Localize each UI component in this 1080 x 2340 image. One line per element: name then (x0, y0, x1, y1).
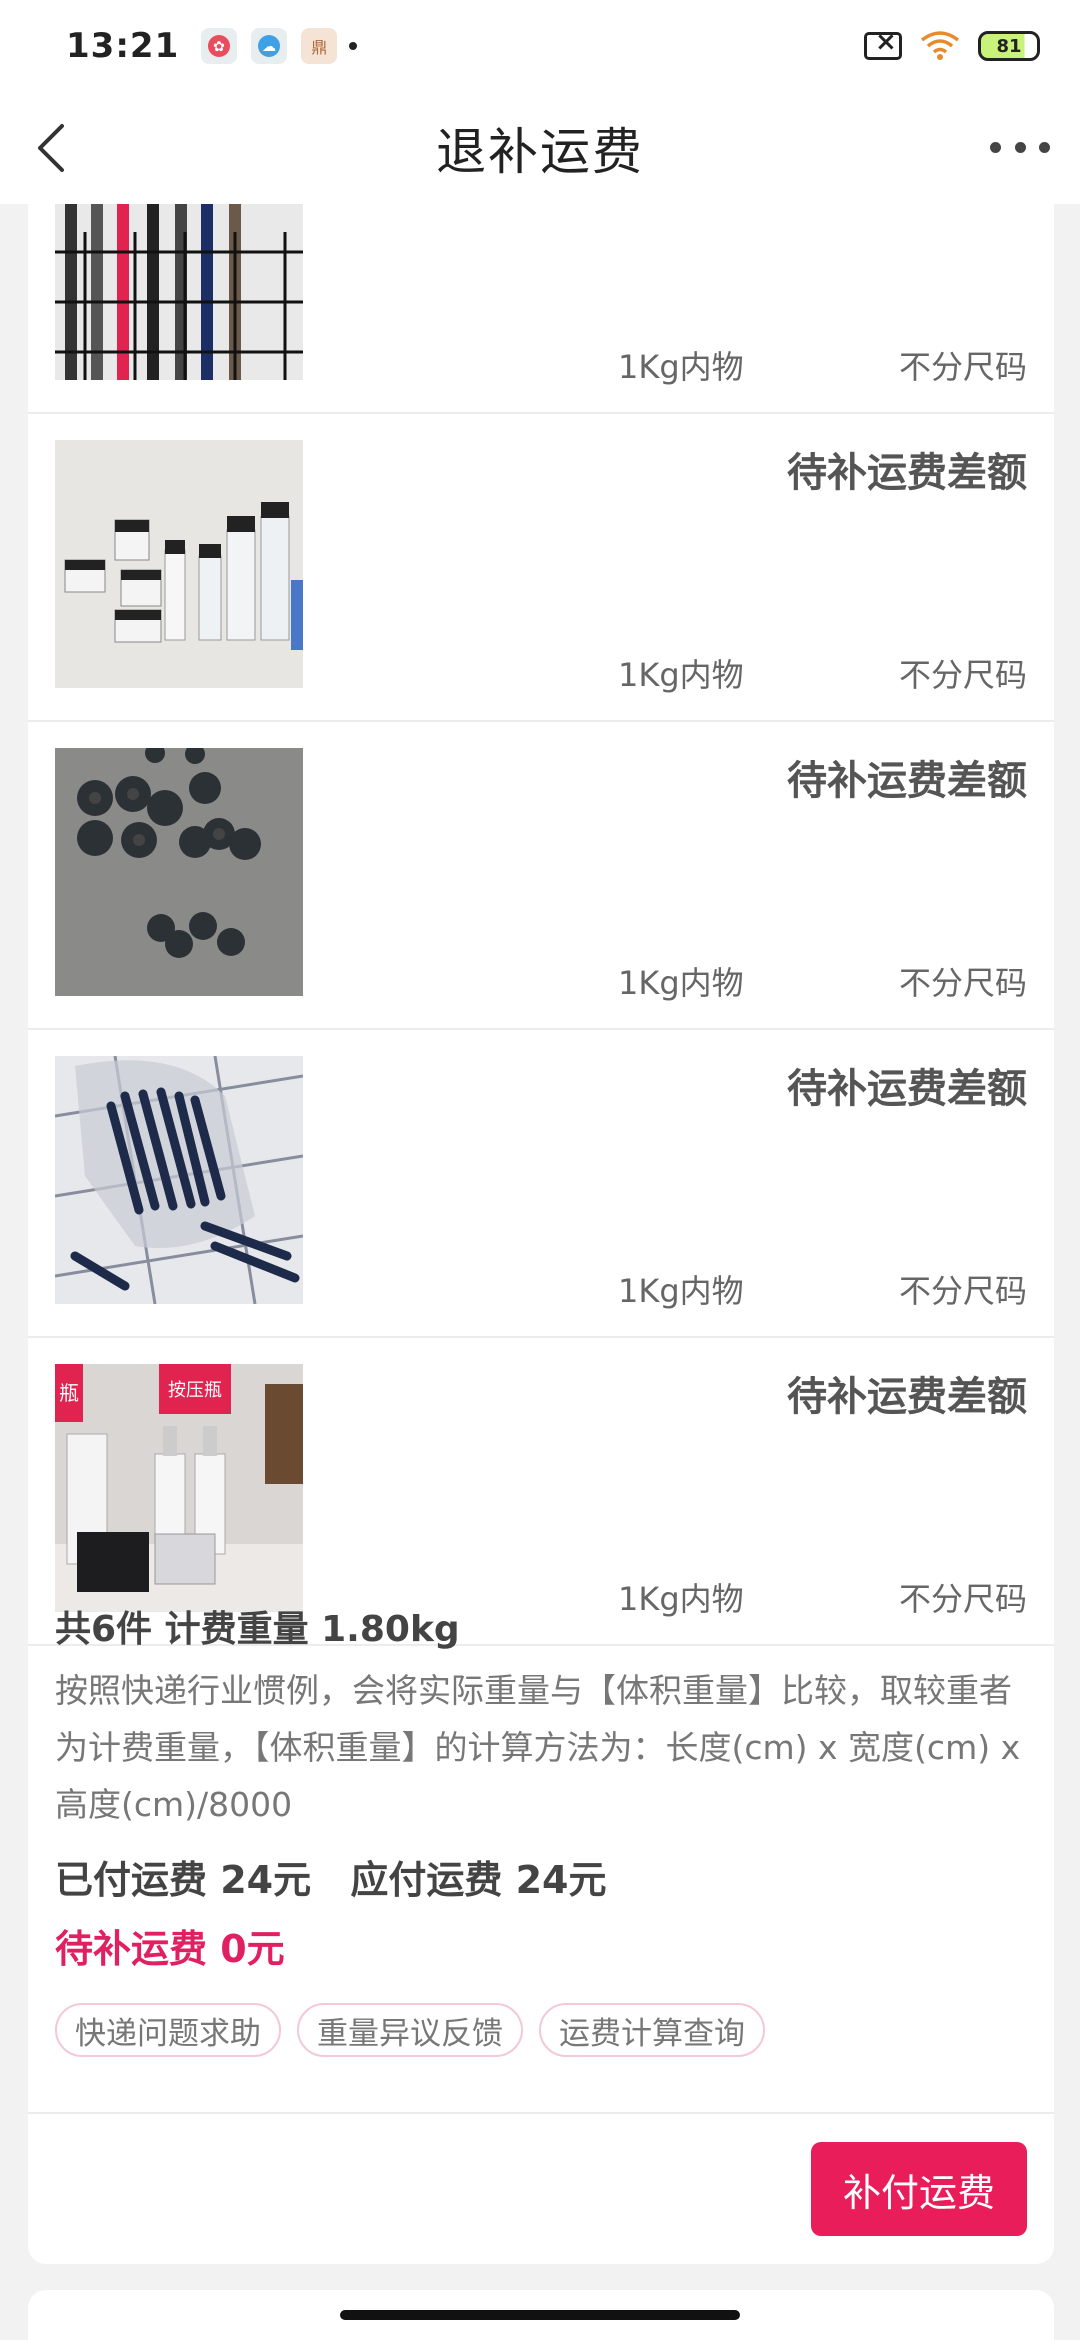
item-weight: 1Kg内物 (618, 348, 744, 386)
item-weight: 1Kg内物 (618, 964, 744, 1002)
item-size: 不分尺码 (898, 656, 1027, 694)
item-weight: 1Kg内物 (618, 1272, 744, 1310)
freight-paid: 已付运费 24元 (55, 1858, 312, 1902)
freight-paid-due: 已付运费 24元 应付运费 24元 (55, 1849, 1027, 1904)
item-status: 待补运费差额 (787, 1374, 1027, 1420)
status-app-icons: ✿ ☁ 鼎 (201, 28, 338, 64)
svg-text:☁: ☁ (262, 39, 276, 55)
divider (28, 2112, 1054, 2114)
page-title: 退补运费 (436, 123, 644, 181)
product-photo-zippers (55, 204, 303, 380)
home-indicator[interactable] (340, 2310, 740, 2320)
freight-due: 应付运费 24元 (350, 1858, 607, 1902)
shop-app-icon: 鼎 (301, 28, 338, 64)
item-size: 不分尺码 (898, 348, 1027, 386)
freight-owed: 待补运费 0元 (55, 1927, 285, 1971)
summary-description: 按照快递行业惯例，会将实际重量与【体积重量】比较，取较重者为计费重量，【体积重量… (55, 1671, 1021, 1824)
back-icon[interactable] (24, 118, 84, 178)
weight-dispute-tag[interactable]: 重量异议反馈 (297, 2003, 523, 2057)
list-item[interactable]: 待补运费差额 1Kg内物 不分尺码 (28, 1030, 1054, 1338)
cloud-app-icon: ☁ (251, 28, 288, 64)
list-item[interactable]: 待补运费差额 1Kg内物 不分尺码 (28, 722, 1054, 1030)
item-size: 不分尺码 (898, 1272, 1027, 1310)
item-status: 待补运费差额 (787, 450, 1027, 496)
list-item[interactable]: 待补运费差额 1Kg内物 不分尺码 (28, 414, 1054, 722)
nav-bar: 退补运费 (0, 92, 1080, 204)
help-tags: 快递问题求助 重量异议反馈 运费计算查询 (55, 2003, 1027, 2057)
wifi-icon (920, 30, 960, 62)
list-item[interactable]: 1Kg内物 不分尺码 (28, 204, 1054, 414)
no-sim-icon (864, 27, 902, 60)
express-help-tag[interactable]: 快递问题求助 (55, 2003, 281, 2057)
svg-text:✿: ✿ (213, 39, 225, 55)
item-status: 待补运费差额 (787, 1066, 1027, 1112)
status-indicators: 81 (864, 27, 1040, 62)
summary-headline: 共6件 计费重量 1.80kg (55, 1609, 460, 1650)
status-time: 13:21 (66, 26, 180, 66)
more-icon[interactable] (990, 122, 1050, 172)
svg-text:瓶: 瓶 (59, 1381, 79, 1405)
product-photo-caster-wheels (55, 748, 303, 996)
svg-text:按压瓶: 按压瓶 (168, 1380, 222, 1401)
weibo-app-icon: ✿ (201, 28, 238, 64)
pay-freight-button[interactable]: 补付运费 (811, 2142, 1027, 2236)
item-status: 待补运费差额 (787, 758, 1027, 804)
product-photo-cosmetics (55, 440, 303, 688)
content-card: 1Kg内物 不分尺码 待补运费差额 1Kg内物 不分尺码 待补运费差额 1Kg内… (28, 204, 1054, 2264)
item-size: 不分尺码 (898, 964, 1027, 1002)
freight-summary: 共6件 计费重量 1.80kg 按照快递行业惯例，会将实际重量与【体积重量】比较… (28, 1562, 1054, 2057)
item-weight: 1Kg内物 (618, 656, 744, 694)
notification-dot-icon (349, 42, 358, 50)
status-bar: 13:21 ✿ ☁ 鼎 81 (0, 0, 1080, 92)
product-photo-ink-cartridges (55, 1056, 303, 1304)
freight-calc-tag[interactable]: 运费计算查询 (539, 2003, 765, 2057)
battery-icon: 81 (978, 31, 1040, 61)
